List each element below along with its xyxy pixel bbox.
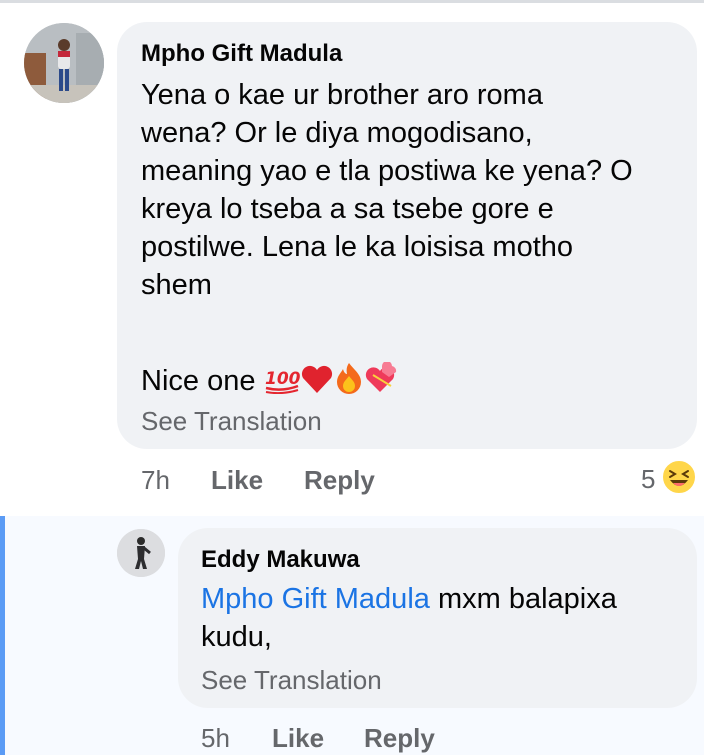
avatar-photo-icon [24,23,104,103]
reply-text-segment: mxm balapixa [429,583,617,615]
comment-closing-text: Nice one [141,365,256,397]
mention-link[interactable]: Mpho Gift Madula [201,583,430,615]
comment-line: shem [141,269,212,301]
comment-line: postilwe. Lena le ka loisisa motho [141,231,574,263]
see-translation-link[interactable]: See Translation [141,406,322,437]
comment-line: meaning yao e tla postiwa ke yena? O [141,155,633,187]
reply-author-avatar[interactable] [117,529,165,577]
laughing-face-icon[interactable] [661,459,697,495]
reply-button[interactable]: Reply [364,723,435,754]
comment-text: Yena o kae ur brother aro roma wena? Or … [141,76,633,304]
comment-line: wena? Or le diya mogodisano, [141,117,533,149]
reaction-count[interactable]: 5 [641,464,655,495]
comment-timestamp[interactable]: 7h [141,465,170,496]
see-translation-link[interactable]: See Translation [201,665,382,696]
avatar-photo-icon [117,529,165,577]
heart-with-ribbon-icon [364,361,398,404]
red-heart-icon [300,364,334,404]
reply-highlight-bar [0,516,5,755]
like-button[interactable]: Like [211,465,263,496]
comment-author-name[interactable]: Mpho Gift Madula [141,40,342,68]
top-divider [0,0,704,3]
comment-closing-line: Nice one 100 [141,361,398,404]
comment-line: kreya lo tseba a sa tsebe gore e [141,193,554,225]
fire-icon [334,362,364,404]
reply-timestamp[interactable]: 5h [201,723,230,754]
like-button[interactable]: Like [272,723,324,754]
reply-button[interactable]: Reply [304,465,375,496]
reply-line: kudu, [201,621,272,653]
comment-line: Yena o kae ur brother aro roma [141,79,543,111]
commenter-avatar[interactable] [24,23,104,103]
reply-text: Mpho Gift Madula mxm balapixa kudu, [201,580,617,656]
reply-author-name[interactable]: Eddy Makuwa [201,546,360,574]
hundred-points-icon: 100 [264,364,300,404]
